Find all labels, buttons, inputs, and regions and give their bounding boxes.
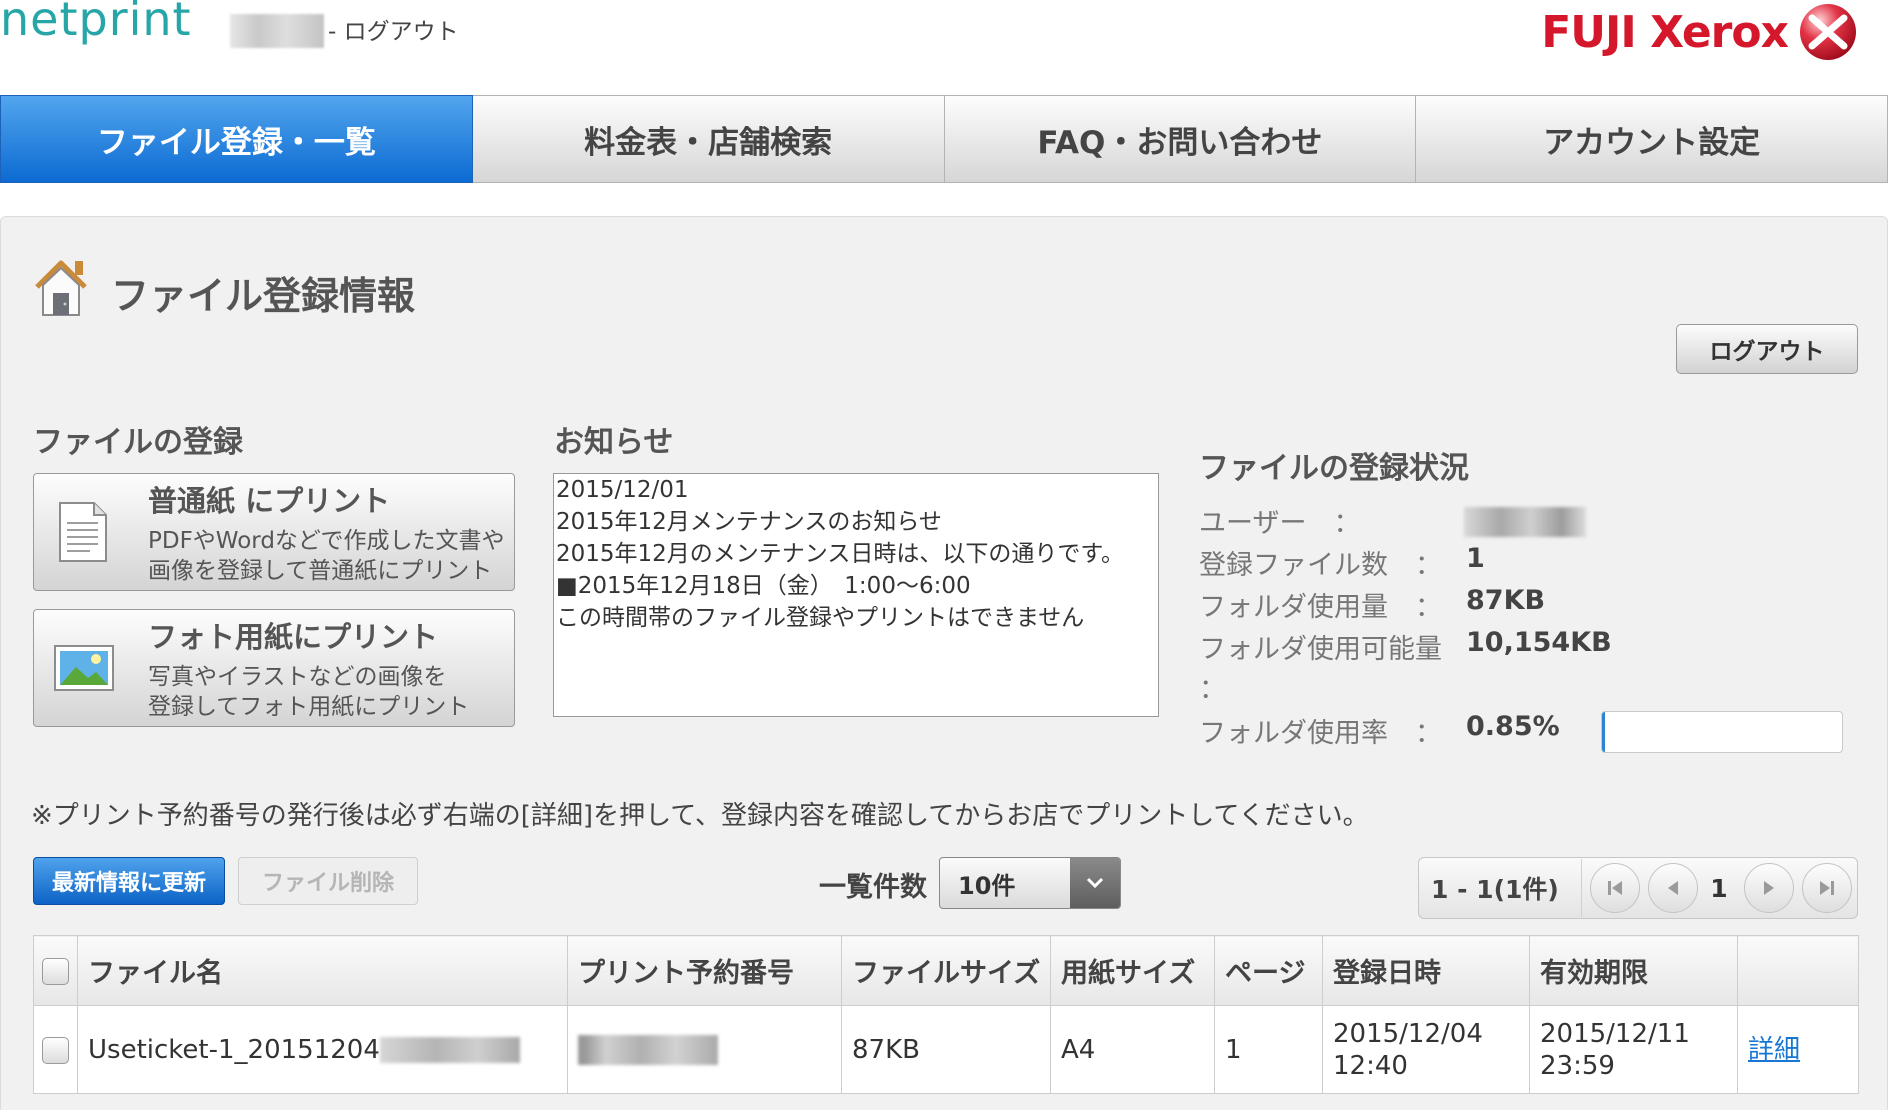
column-file-size[interactable]: ファイルサイズ: [841, 935, 1051, 1006]
detail-link[interactable]: 詳細: [1748, 1035, 1800, 1065]
main-nav: ファイル登録・一覧 料金表・店舗検索 FAQ・お問い合わせ アカウント設定: [0, 95, 1888, 183]
plain-paper-desc-1: PDFやWordなどで作成した文書や: [148, 528, 505, 554]
pagination-range: 1 - 1(1件): [1431, 875, 1559, 904]
select-all-cell: [33, 935, 78, 1006]
delete-file-button[interactable]: ファイル削除: [238, 857, 418, 905]
previous-page-icon: [1668, 881, 1678, 895]
photo-paper-desc-2: 登録してフォト用紙にプリント: [148, 694, 470, 720]
folder-rate-value: 0.85%: [1466, 711, 1560, 742]
row-checkbox[interactable]: [42, 1036, 69, 1064]
folder-used-value: 87KB: [1466, 585, 1546, 616]
tab-file-list[interactable]: ファイル登録・一覧: [0, 95, 473, 183]
status-heading: ファイルの登録状況: [1199, 451, 1469, 486]
page-header: ファイル登録情報: [31, 255, 415, 320]
previous-page-button[interactable]: [1648, 863, 1698, 913]
next-page-button[interactable]: [1744, 863, 1794, 913]
news-box[interactable]: 2015/12/01 2015年12月メンテナンスのお知らせ 2015年12月の…: [553, 473, 1159, 717]
current-page-number: 1: [1710, 873, 1728, 903]
chevron-down-icon: [1070, 858, 1120, 908]
first-page-button[interactable]: [1590, 863, 1640, 913]
registered-cell: 2015/12/04 12:40: [1322, 1005, 1530, 1094]
file-count-label: 登録ファイル数 ：: [1199, 550, 1442, 581]
filename-cell: Useticket-1_20151204: [77, 1005, 568, 1094]
per-page-select[interactable]: 10件: [939, 857, 1121, 909]
folder-available-label: フォルダ使用可能量: [1199, 634, 1442, 665]
filename-redacted: [379, 1037, 520, 1063]
expiry-date: 2015/12/11: [1540, 1018, 1690, 1049]
reservation-number-cell: [567, 1005, 842, 1094]
header-logout-link[interactable]: - ログアウト: [328, 12, 459, 46]
fuji-xerox-wordmark: FUJI Xerox: [1541, 6, 1789, 58]
content-panel: ファイル登録情報 ログアウト ファイルの登録 普通紙 にプリント PDFやWor…: [0, 216, 1888, 1110]
filename-text: Useticket-1_20151204: [88, 1034, 380, 1065]
table-row: Useticket-1_20151204 87KB A4 1 2015/12/0…: [33, 1005, 1859, 1094]
detail-cell: 詳細: [1737, 1005, 1859, 1094]
registered-time: 12:40: [1333, 1050, 1408, 1081]
news-line: 2015/12/01: [556, 477, 689, 503]
folder-available-value: 10,154KB: [1466, 627, 1612, 658]
user-label: ユーザー ：: [1199, 508, 1361, 539]
file-size-cell: 87KB: [841, 1005, 1051, 1094]
reservation-number-redacted: [578, 1035, 718, 1065]
pages-cell: 1: [1214, 1005, 1323, 1094]
document-icon: [59, 502, 107, 562]
registered-date: 2015/12/04: [1333, 1018, 1483, 1049]
expiry-cell: 2015/12/11 23:59: [1529, 1005, 1738, 1094]
print-notice: ※プリント予約番号の発行後は必ず右端の[詳細]を押して、登録内容を確認してからお…: [31, 801, 1369, 831]
registration-heading: ファイルの登録: [33, 425, 243, 460]
news-line: 2015年12月メンテナンスのお知らせ: [556, 509, 942, 535]
pagination: 1 - 1(1件) 1: [1418, 857, 1858, 919]
file-table: ファイル名 プリント予約番号 ファイルサイズ 用紙サイズ ページ 登録日時 有効…: [33, 935, 1859, 1094]
next-page-icon: [1764, 881, 1774, 895]
column-reservation-number[interactable]: プリント予約番号: [567, 935, 842, 1006]
column-expiry[interactable]: 有効期限: [1529, 935, 1738, 1006]
file-count-value: 1: [1466, 543, 1485, 574]
folder-usage-bar: [1601, 711, 1843, 753]
paper-size-cell: A4: [1050, 1005, 1215, 1094]
photo-paper-print-button[interactable]: フォト用紙にプリント 写真やイラストなどの画像を 登録してフォト用紙にプリント: [33, 609, 515, 727]
column-registered[interactable]: 登録日時: [1322, 935, 1530, 1006]
news-heading: お知らせ: [554, 425, 674, 460]
photo-icon: [54, 645, 114, 691]
photo-paper-desc-1: 写真やイラストなどの画像を: [148, 664, 447, 690]
fuji-xerox-logo: FUJI Xerox: [1541, 2, 1858, 62]
tab-faq-contact[interactable]: FAQ・お問い合わせ: [944, 95, 1417, 183]
plain-paper-desc-2: 画像を登録して普通紙にプリント: [148, 558, 493, 584]
folder-used-label: フォルダ使用量 ：: [1199, 592, 1442, 623]
logout-button[interactable]: ログアウト: [1676, 324, 1858, 374]
row-checkbox-cell: [33, 1005, 78, 1094]
photo-paper-title: フォト用紙にプリント: [148, 620, 439, 654]
expiry-time: 23:59: [1540, 1050, 1615, 1081]
pagination-divider: [1581, 859, 1582, 917]
column-filename[interactable]: ファイル名: [77, 935, 568, 1006]
user-value-redacted: [1464, 507, 1586, 537]
first-page-icon: [1608, 881, 1622, 895]
table-header-row: ファイル名 プリント予約番号 ファイルサイズ 用紙サイズ ページ 登録日時 有効…: [33, 935, 1859, 1006]
tab-price-store-search[interactable]: 料金表・店舗検索: [472, 95, 945, 183]
folder-usage-fill: [1602, 712, 1605, 752]
netprint-logo[interactable]: netprint: [0, 0, 192, 46]
username-redacted: [230, 14, 324, 48]
page-title: ファイル登録情報: [111, 274, 416, 318]
news-line: ■2015年12月18日（金） 1:00〜6:00: [556, 573, 971, 599]
last-page-button[interactable]: [1802, 863, 1852, 913]
plain-paper-print-button[interactable]: 普通紙 にプリント PDFやWordなどで作成した文書や 画像を登録して普通紙に…: [33, 473, 515, 591]
plain-paper-title: 普通紙 にプリント: [148, 484, 391, 518]
column-pages[interactable]: ページ: [1214, 935, 1323, 1006]
select-all-checkbox[interactable]: [42, 958, 69, 985]
tab-account-settings[interactable]: アカウント設定: [1416, 95, 1888, 183]
xerox-ball-icon: [1800, 4, 1856, 60]
per-page-label: 一覧件数: [819, 872, 927, 903]
news-line: この時間帯のファイル登録やプリントはできません: [556, 605, 1085, 631]
per-page-value: 10件: [958, 871, 1016, 900]
column-detail: [1737, 935, 1859, 1006]
home-icon: [35, 260, 87, 316]
news-line: 2015年12月のメンテナンス日時は、以下の通りです。: [556, 541, 1125, 567]
column-paper-size[interactable]: 用紙サイズ: [1050, 935, 1215, 1006]
refresh-button[interactable]: 最新情報に更新: [33, 857, 225, 905]
folder-rate-label: フォルダ使用率 ：: [1199, 718, 1442, 749]
folder-available-colon: ：: [1199, 674, 1226, 705]
last-page-icon: [1820, 881, 1834, 895]
